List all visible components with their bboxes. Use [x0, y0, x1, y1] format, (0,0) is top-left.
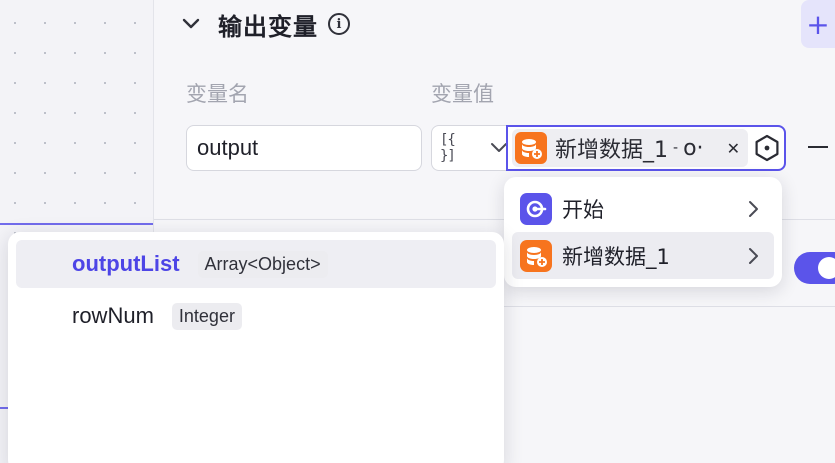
- variable-reference-tag[interactable]: 新增数据_1 - o· ✕: [512, 129, 748, 167]
- field-type-badge: Integer: [171, 302, 242, 330]
- reference-separator: -: [673, 140, 679, 156]
- field-option-outputlist[interactable]: outputList Array<Object>: [16, 240, 496, 288]
- node-variable-button[interactable]: [750, 131, 784, 165]
- canvas-node-outline: [0, 223, 153, 225]
- info-icon[interactable]: i: [328, 13, 350, 35]
- field-select-dropdown: outputList Array<Object> rowNum Integer: [8, 232, 504, 463]
- node-select-dropdown: 开始 新增数据_1: [504, 177, 782, 287]
- variable-name-input[interactable]: output: [186, 125, 422, 171]
- object-type-icon: [{ }]: [440, 132, 456, 164]
- node-option-label: 开始: [562, 197, 604, 222]
- chevron-down-icon[interactable]: [180, 13, 202, 35]
- section-divider-lower: [500, 306, 835, 307]
- chevron-right-icon: [749, 201, 758, 217]
- field-option-name: rowNum: [72, 303, 154, 328]
- reference-field-name: o·: [683, 135, 704, 161]
- field-type-badge: Array<Object>: [197, 250, 328, 278]
- variable-value-field[interactable]: 新增数据_1 - o· ✕: [506, 125, 786, 171]
- database-add-icon: [520, 239, 552, 272]
- field-option-rownum[interactable]: rowNum Integer: [16, 292, 496, 340]
- variable-type-select[interactable]: [{ }]: [431, 125, 509, 171]
- reference-node-name: 新增数据_1: [555, 138, 668, 163]
- node-option-add-data[interactable]: 新增数据_1: [512, 232, 774, 279]
- plus-icon: +: [806, 7, 830, 41]
- hexagon-variable-icon: [755, 134, 779, 162]
- close-icon[interactable]: ✕: [727, 139, 740, 158]
- output-variables-header[interactable]: 输出变量 i: [180, 8, 350, 41]
- start-node-icon: [520, 192, 552, 225]
- remove-variable-button[interactable]: [808, 146, 828, 148]
- variable-name-label: 变量名: [186, 82, 249, 106]
- toggle-knob: [818, 257, 835, 279]
- node-option-start[interactable]: 开始: [512, 185, 774, 232]
- chevron-right-icon: [749, 248, 758, 264]
- section-title: 输出变量: [218, 12, 318, 41]
- toggle-switch[interactable]: [794, 252, 835, 284]
- node-option-label: 新增数据_1: [562, 244, 670, 269]
- add-variable-button[interactable]: +: [801, 0, 835, 48]
- database-add-icon: [515, 132, 547, 164]
- field-option-name: outputList: [72, 251, 180, 276]
- variable-value-label: 变量值: [431, 82, 494, 106]
